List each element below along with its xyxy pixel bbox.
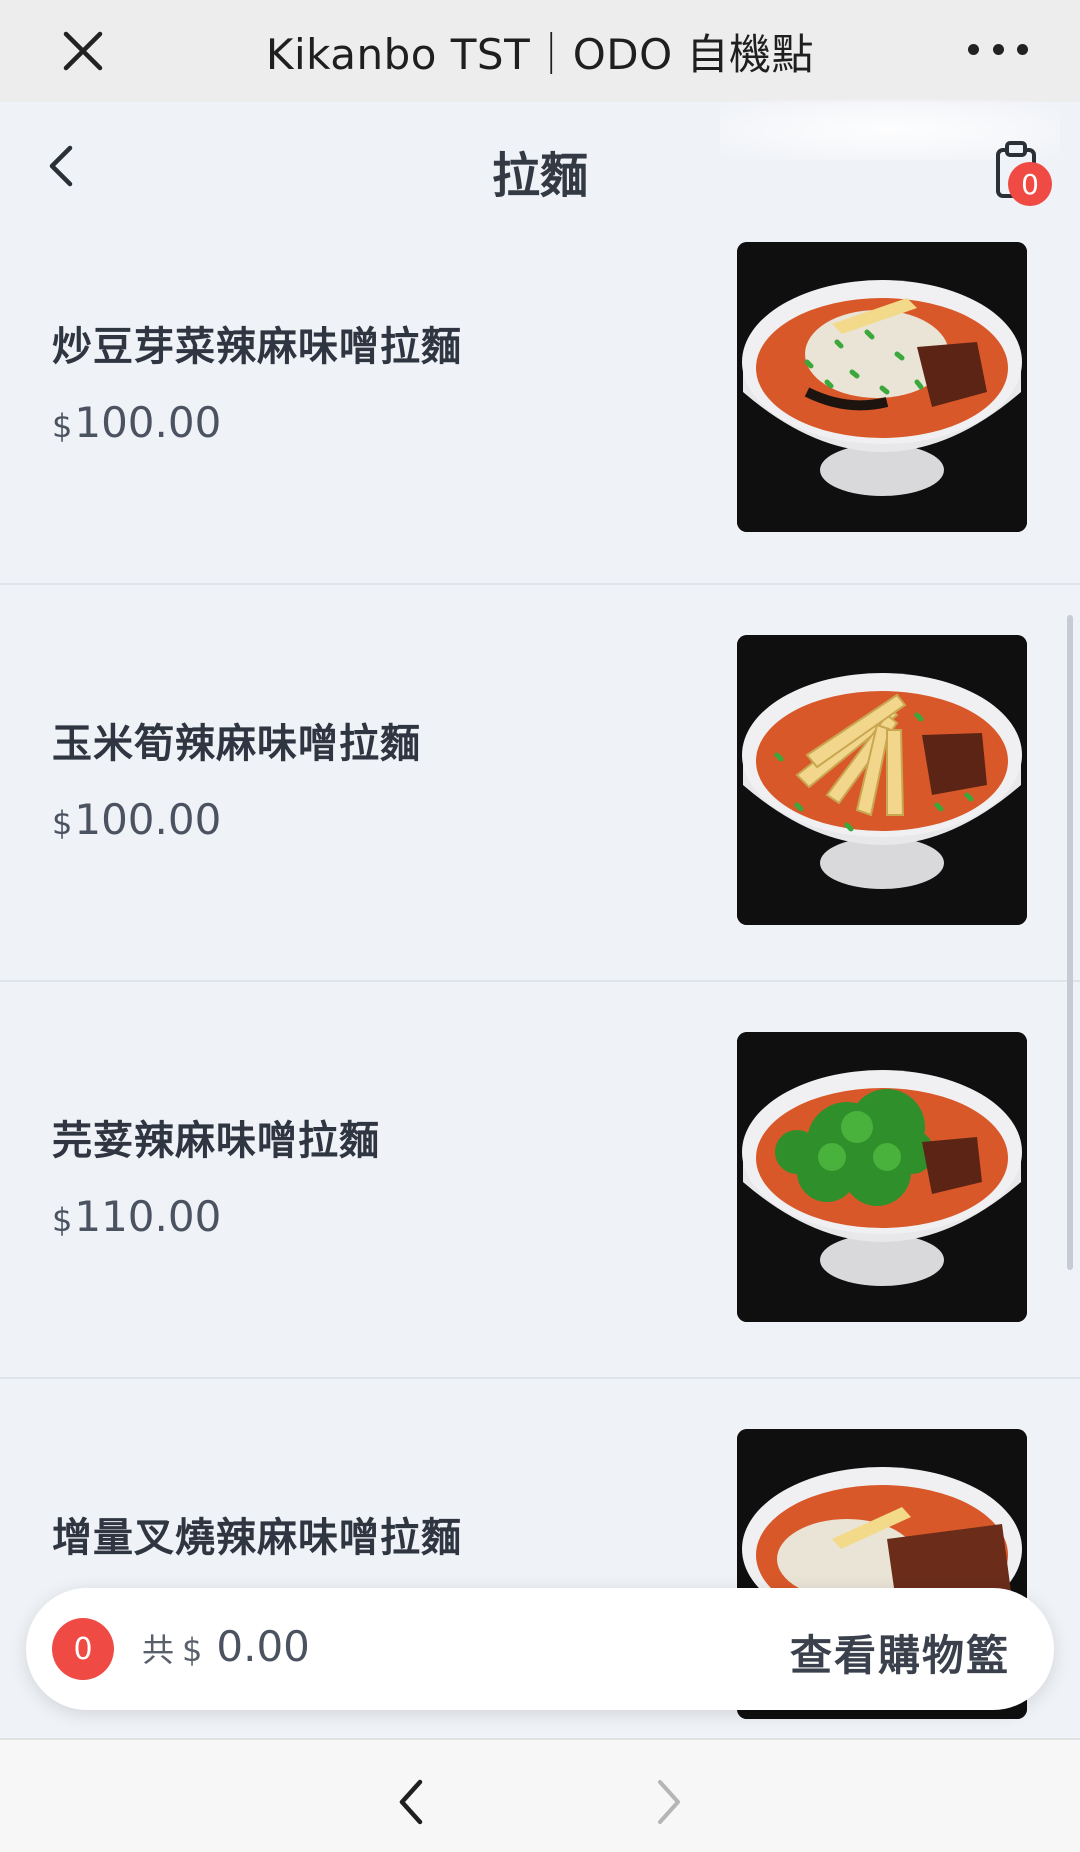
currency-symbol: $: [52, 1201, 73, 1239]
page-title: 拉麵: [491, 148, 588, 204]
menu-item-name: 增量叉燒辣麻味噌拉麵: [52, 1515, 462, 1561]
menu-item[interactable]: 芫荽辣麻味噌拉麵 $110.00: [0, 982, 1080, 1379]
menu-item[interactable]: 增量叉燒辣麻味噌拉麵: [0, 1379, 1080, 1776]
cart-summary-bar[interactable]: 0 共 $ 0.00 查看購物籃: [26, 1588, 1054, 1710]
currency-symbol: $: [52, 407, 73, 445]
cart-total: 共 $ 0.00: [142, 1622, 310, 1671]
menu-item-name: 玉米筍辣麻味噌拉麵: [52, 721, 421, 767]
view-cart-button[interactable]: 查看購物籃: [790, 1622, 1010, 1683]
cart-item-count-badge: 0: [52, 1618, 114, 1680]
menu-item-name: 芫荽辣麻味噌拉麵: [52, 1118, 380, 1164]
ramen-photo-baby-corn[interactable]: [737, 635, 1027, 925]
price-value: 100.00: [74, 398, 222, 447]
menu-item[interactable]: 玉米筍辣麻味噌拉麵 $100.00: [0, 585, 1080, 982]
cart-count-badge: 0: [1008, 162, 1052, 206]
menu-item-name: 炒豆芽菜辣麻味噌拉麵: [52, 324, 462, 370]
price-value: 100.00: [74, 795, 222, 844]
total-amount: 0.00: [216, 1622, 310, 1671]
browser-bottom-nav: [0, 1738, 1080, 1852]
menu-item-price: $110.00: [52, 1192, 221, 1241]
menu-list: 炒豆芽菜辣麻味噌拉麵 $100.00 玉米筍辣麻味噌拉麵 $100.00 芫荽辣…: [0, 230, 1080, 1776]
nav-back-icon[interactable]: [392, 1774, 432, 1830]
menu-item[interactable]: 炒豆芽菜辣麻味噌拉麵 $100.00: [0, 230, 1080, 585]
total-currency: $: [182, 1631, 203, 1669]
ramen-photo-coriander[interactable]: [737, 1032, 1027, 1322]
menu-item-price: $100.00: [52, 398, 221, 447]
currency-symbol: $: [52, 804, 73, 842]
close-icon[interactable]: [58, 26, 108, 76]
menu-item-price: $100.00: [52, 795, 221, 844]
nav-forward-icon[interactable]: [648, 1774, 688, 1830]
ramen-photo-bean-sprouts[interactable]: [737, 242, 1027, 532]
page-header: 拉麵 0: [0, 100, 1080, 230]
app-title: Kikanbo TST｜ODO 自機點: [265, 29, 815, 79]
price-value: 110.00: [74, 1192, 222, 1241]
app-top-bar: Kikanbo TST｜ODO 自機點: [0, 0, 1080, 102]
total-label: 共: [142, 1631, 175, 1669]
scrollbar[interactable]: [1067, 615, 1073, 1270]
more-options-icon[interactable]: [968, 34, 1028, 64]
